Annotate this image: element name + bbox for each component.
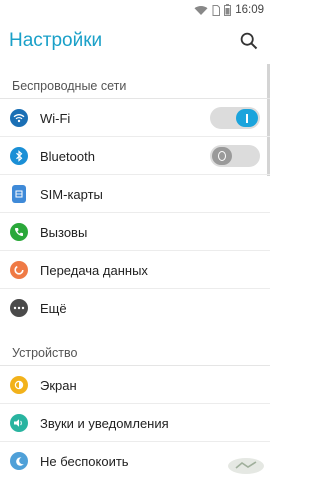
settings-item-data-usage[interactable]: Передача данных bbox=[0, 251, 270, 289]
settings-item-bluetooth[interactable]: Bluetooth bbox=[0, 137, 270, 175]
status-time: 16:09 bbox=[235, 4, 264, 16]
settings-item-sim-cards[interactable]: SIM-карты bbox=[0, 175, 270, 213]
sim-card-icon bbox=[12, 185, 26, 203]
wifi-status-icon bbox=[194, 5, 208, 16]
data-usage-icon bbox=[10, 261, 28, 279]
settings-item-label: SIM-карты bbox=[40, 186, 103, 202]
settings-item-more[interactable]: Ещё bbox=[0, 289, 270, 327]
settings-item-label: Передача данных bbox=[40, 262, 148, 278]
section-header-wireless: Беспроводные сети bbox=[12, 79, 127, 93]
settings-item-label: Bluetooth bbox=[40, 148, 95, 164]
display-icon bbox=[10, 376, 28, 394]
battery-status-icon bbox=[224, 4, 232, 16]
settings-item-label: Звуки и уведомления bbox=[40, 415, 169, 431]
bluetooth-icon bbox=[10, 147, 28, 165]
settings-list: Беспроводные сети Wi-Fi Bluetooth SIM-ка… bbox=[0, 66, 270, 480]
settings-item-label: Экран bbox=[40, 377, 77, 393]
wifi-icon bbox=[10, 109, 28, 127]
settings-item-calls[interactable]: Вызовы bbox=[0, 213, 270, 251]
sim-status-icon bbox=[212, 4, 221, 16]
phone-icon bbox=[10, 223, 28, 241]
wifi-toggle[interactable] bbox=[210, 107, 260, 129]
moon-icon bbox=[10, 452, 28, 470]
app-bar: Настройки bbox=[0, 20, 270, 62]
settings-item-label: Вызовы bbox=[40, 224, 88, 240]
search-button[interactable] bbox=[238, 30, 260, 52]
page-title: Настройки bbox=[9, 30, 103, 51]
bluetooth-toggle[interactable] bbox=[210, 145, 260, 167]
search-icon bbox=[240, 32, 258, 50]
settings-item-wifi[interactable]: Wi-Fi bbox=[0, 99, 270, 137]
sound-icon bbox=[10, 414, 28, 432]
settings-item-label: Ещё bbox=[40, 300, 67, 316]
section-header-device: Устройство bbox=[12, 346, 78, 360]
settings-item-sound[interactable]: Звуки и уведомления bbox=[0, 404, 270, 442]
watermark-logo bbox=[226, 456, 266, 476]
settings-item-display[interactable]: Экран bbox=[0, 366, 270, 404]
settings-item-label: Wi-Fi bbox=[40, 110, 71, 126]
status-bar: 16:09 bbox=[0, 0, 270, 20]
more-icon bbox=[10, 299, 28, 317]
